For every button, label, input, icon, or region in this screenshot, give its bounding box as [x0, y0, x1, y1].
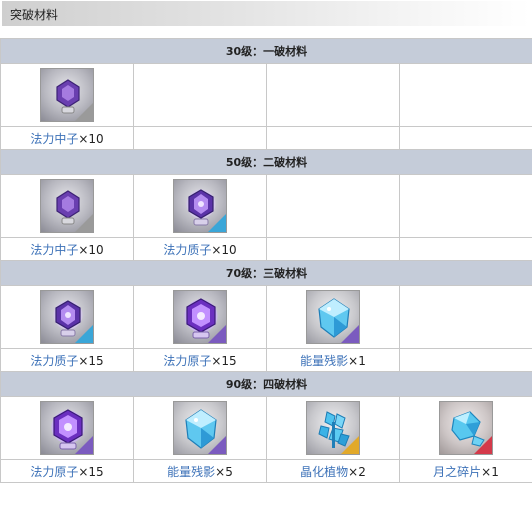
item-name-link[interactable]: 能量残影: [300, 354, 348, 368]
item-icon-cell[interactable]: [1, 397, 134, 460]
item-name-link[interactable]: 法力原子: [163, 354, 211, 368]
item-name-link[interactable]: 法力质子: [163, 243, 211, 257]
name-row: 法力中子×10 法力质子×10: [1, 238, 532, 261]
mana-proton-icon[interactable]: [40, 290, 94, 344]
item-qty: ×10: [211, 243, 236, 257]
item-name-link[interactable]: 晶化植物: [300, 465, 348, 479]
mana-neutron-icon[interactable]: [40, 179, 94, 233]
item-icon-cell[interactable]: [1, 64, 134, 127]
name-row: 法力原子×15 能量残影×5 晶化植物×2 月之碎片×1: [1, 460, 532, 483]
item-icon-cell[interactable]: [134, 286, 267, 349]
item-label-cell: 月之碎片×1: [400, 460, 532, 483]
item-qty: ×2: [348, 465, 366, 479]
section-header: 70级：三破材料: [1, 261, 532, 286]
item-qty: ×15: [211, 354, 236, 368]
item-qty: ×15: [78, 465, 103, 479]
item-label-cell: 能量残影×5: [134, 460, 267, 483]
name-row: 法力质子×15 法力原子×15 能量残影×1: [1, 349, 532, 372]
item-qty: ×1: [481, 465, 499, 479]
empty-cell: [267, 238, 400, 261]
icon-row: [1, 286, 532, 349]
item-name-link[interactable]: 法力中子: [30, 132, 78, 146]
item-label-cell: 法力原子×15: [134, 349, 267, 372]
crystallized-plant-icon[interactable]: [306, 401, 360, 455]
item-name-link[interactable]: 法力原子: [30, 465, 78, 479]
empty-cell: [400, 64, 532, 127]
moon-fragment-icon[interactable]: [439, 401, 493, 455]
section-header: 50级：二破材料: [1, 150, 532, 175]
item-icon-cell[interactable]: [267, 397, 400, 460]
item-qty: ×15: [78, 354, 103, 368]
empty-cell: [134, 127, 267, 150]
empty-cell: [400, 238, 532, 261]
item-icon-cell[interactable]: [134, 175, 267, 238]
empty-cell: [400, 175, 532, 238]
section-title-bar: 突破材料: [2, 1, 530, 26]
section-header: 90级：四破材料: [1, 372, 532, 397]
item-qty: ×1: [348, 354, 366, 368]
empty-cell: [267, 175, 400, 238]
item-label-cell: 法力质子×15: [1, 349, 134, 372]
mana-atom-icon[interactable]: [40, 401, 94, 455]
section-title: 突破材料: [10, 6, 58, 23]
section-header-row: 90级：四破材料: [1, 372, 532, 397]
item-icon-cell[interactable]: [267, 286, 400, 349]
section-header: 30级：一破材料: [1, 39, 532, 64]
empty-cell: [400, 286, 532, 349]
item-label-cell: 法力质子×10: [134, 238, 267, 261]
empty-cell: [400, 349, 532, 372]
name-row: 法力中子×10: [1, 127, 532, 150]
item-name-link[interactable]: 法力质子: [30, 354, 78, 368]
empty-cell: [134, 64, 267, 127]
item-name-link[interactable]: 能量残影: [167, 465, 215, 479]
item-icon-cell[interactable]: [1, 286, 134, 349]
section-header-row: 30级：一破材料: [1, 39, 532, 64]
item-label-cell: 法力中子×10: [1, 127, 134, 150]
section-header-row: 50级：二破材料: [1, 150, 532, 175]
breakthrough-materials-table: 30级：一破材料 法力中子×10 50级：二破材料: [0, 38, 532, 483]
mana-proton-icon[interactable]: [173, 179, 227, 233]
item-label-cell: 晶化植物×2: [267, 460, 400, 483]
icon-row: [1, 175, 532, 238]
item-qty: ×5: [215, 465, 233, 479]
energy-afterimage-icon[interactable]: [173, 401, 227, 455]
icon-row: [1, 64, 532, 127]
empty-cell: [267, 64, 400, 127]
item-icon-cell[interactable]: [134, 397, 267, 460]
item-qty: ×10: [78, 243, 103, 257]
empty-cell: [267, 127, 400, 150]
energy-afterimage-icon[interactable]: [306, 290, 360, 344]
item-name-link[interactable]: 法力中子: [30, 243, 78, 257]
section-header-row: 70级：三破材料: [1, 261, 532, 286]
empty-cell: [400, 127, 532, 150]
item-label-cell: 法力原子×15: [1, 460, 134, 483]
icon-row: [1, 397, 532, 460]
item-label-cell: 法力中子×10: [1, 238, 134, 261]
item-icon-cell[interactable]: [400, 397, 532, 460]
item-icon-cell[interactable]: [1, 175, 134, 238]
item-qty: ×10: [78, 132, 103, 146]
mana-atom-icon[interactable]: [173, 290, 227, 344]
item-name-link[interactable]: 月之碎片: [433, 465, 481, 479]
item-label-cell: 能量残影×1: [267, 349, 400, 372]
mana-neutron-icon[interactable]: [40, 68, 94, 122]
